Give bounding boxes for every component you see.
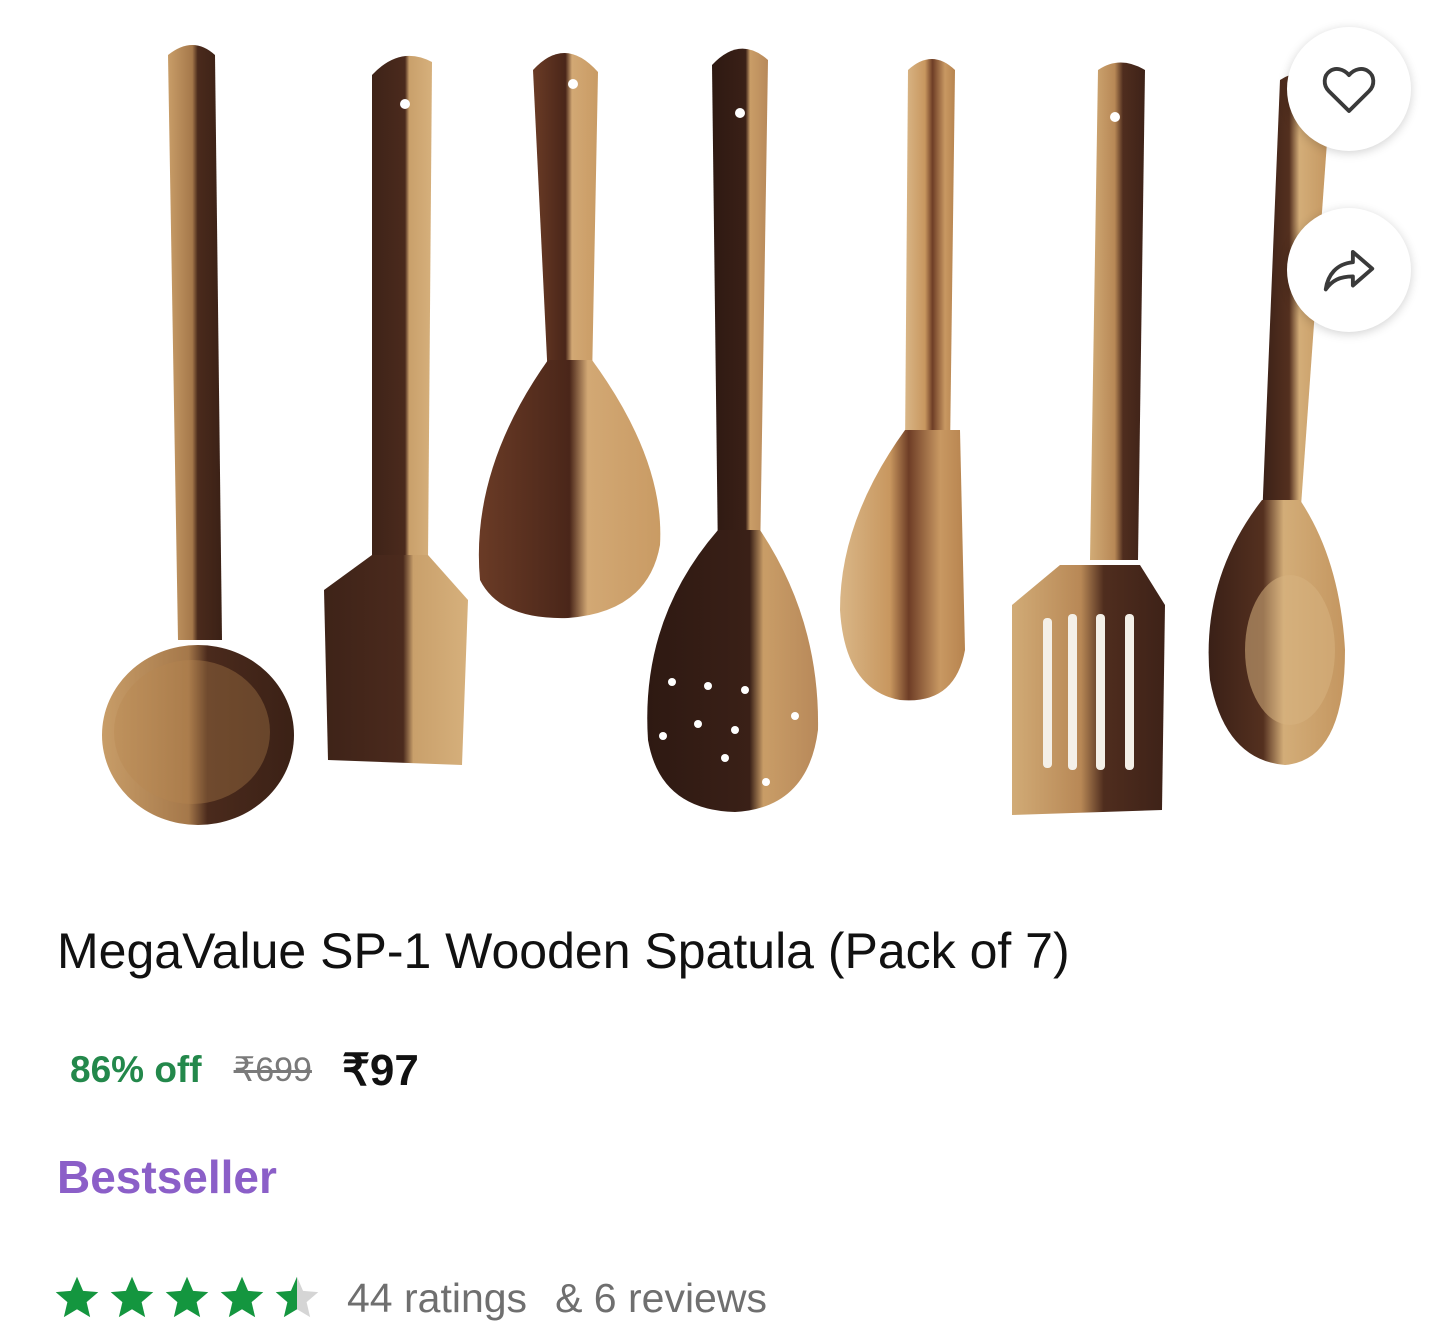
- selling-price: ₹97: [341, 1045, 419, 1095]
- heart-icon: [1322, 67, 1376, 113]
- share-arrow-icon: [1323, 249, 1375, 292]
- utensil-serving-spoon: [1208, 73, 1345, 765]
- price-row: 86% off ₹699 ₹97: [70, 1042, 419, 1098]
- wishlist-button[interactable]: [1287, 27, 1411, 151]
- star-full-icon: [220, 1276, 264, 1318]
- utensil-slotted-spoon: [647, 48, 819, 812]
- rating-summary[interactable]: 44 ratings & 6 reviews: [52, 1268, 767, 1328]
- reviews-count[interactable]: & 6 reviews: [555, 1275, 767, 1322]
- utensil-ladle: [102, 45, 294, 825]
- bestseller-badge: Bestseller: [57, 1151, 277, 1203]
- product-image-gallery[interactable]: [0, 0, 1439, 890]
- original-price: ₹699: [233, 1051, 312, 1089]
- star-full-icon: [165, 1276, 209, 1318]
- star-full-icon: [55, 1276, 99, 1318]
- ratings-count[interactable]: 44 ratings: [347, 1275, 527, 1322]
- utensil-turner: [324, 55, 468, 765]
- product-title: MegaValue SP-1 Wooden Spatula (Pack of 7…: [57, 923, 1070, 979]
- utensil-spatula: [840, 59, 965, 701]
- discount-label: 86% off: [70, 1049, 202, 1090]
- star-rating: [52, 1273, 327, 1323]
- utensil-rice-spoon: [478, 52, 661, 619]
- star-half-icon: [275, 1276, 319, 1318]
- utensil-slotted-turner: [1012, 62, 1165, 815]
- share-button[interactable]: [1287, 208, 1411, 332]
- product-image[interactable]: [0, 0, 1439, 890]
- star-full-icon: [110, 1276, 154, 1318]
